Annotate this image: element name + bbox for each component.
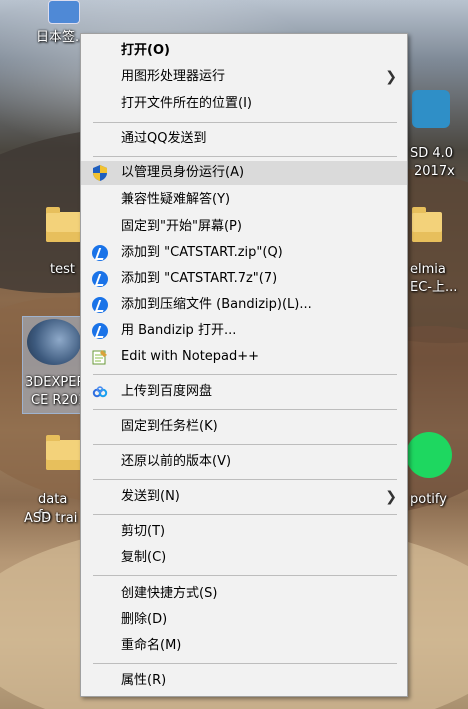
menu-item-label: 还原以前的版本(V) xyxy=(121,454,232,469)
file-icon xyxy=(48,0,80,24)
menu-item-properties[interactable]: 属性(R) xyxy=(81,669,407,693)
menu-item-send-to[interactable]: 发送到(N) ❯ xyxy=(81,485,407,509)
menu-item-pin-to-start[interactable]: 固定到"开始"屏幕(P) xyxy=(81,215,407,239)
menu-item-label: 添加到压缩文件 (Bandizip)(L)... xyxy=(121,297,312,312)
folder-icon xyxy=(412,207,442,242)
uac-shield-icon xyxy=(93,165,107,181)
folder-icon xyxy=(46,435,82,470)
menu-separator xyxy=(93,374,397,375)
menu-separator xyxy=(93,514,397,515)
menu-separator xyxy=(93,122,397,123)
menu-item-rename[interactable]: 重命名(M) xyxy=(81,634,407,658)
menu-item-pin-to-taskbar[interactable]: 固定到任务栏(K) xyxy=(81,415,407,439)
menu-item-label: 以管理员身份运行(A) xyxy=(121,165,245,180)
menu-item-delete[interactable]: 删除(D) xyxy=(81,608,407,632)
desktop-icon-label: SD 4.0 xyxy=(410,146,454,161)
desktop-icon-label: 2017x xyxy=(414,164,455,179)
menu-item-label: 添加到 "CATSTART.7z"(7) xyxy=(121,271,278,286)
menu-item-label: 复制(C) xyxy=(121,550,167,565)
desktop-icon-label: ASD trai xyxy=(24,511,78,526)
desktop-icon-label: elmia xyxy=(410,262,446,277)
menu-item-label: 添加到 "CATSTART.zip"(Q) xyxy=(121,245,283,260)
notepadpp-icon xyxy=(92,350,107,365)
menu-item-label: 兼容性疑难解答(Y) xyxy=(121,192,231,207)
folder-icon xyxy=(46,207,82,242)
menu-item-label: 属性(R) xyxy=(121,673,167,688)
menu-item-run-with-gpu[interactable]: 用图形处理器运行 ❯ xyxy=(81,65,407,89)
desktop-icon-label: 3DEXPER xyxy=(25,375,86,390)
menu-separator xyxy=(93,156,397,157)
spotify-icon xyxy=(406,432,452,478)
menu-item-label: Edit with Notepad++ xyxy=(121,349,260,364)
menu-item-add-to-zip[interactable]: 添加到 "CATSTART.zip"(Q) xyxy=(81,241,407,265)
menu-item-label: 创建快捷方式(S) xyxy=(121,586,218,601)
baidu-netdisk-icon xyxy=(92,386,108,398)
bandizip-icon xyxy=(92,297,108,313)
menu-item-add-to-7z[interactable]: 添加到 "CATSTART.7z"(7) xyxy=(81,267,407,291)
menu-item-label: 通过QQ发送到 xyxy=(121,131,207,146)
context-menu: 打开(O) 用图形处理器运行 ❯ 打开文件所在的位置(I) 通过QQ发送到 以管… xyxy=(80,33,408,697)
menu-item-open-with-bandizip[interactable]: 用 Bandizip 打开... xyxy=(81,319,407,343)
menu-item-label: 用图形处理器运行 xyxy=(121,69,226,84)
desktop-icon-3dexperience[interactable]: 3DEXPER CE R201 xyxy=(22,316,86,414)
menu-item-open-file-location[interactable]: 打开文件所在的位置(I) xyxy=(81,92,407,116)
menu-separator xyxy=(93,575,397,576)
menu-item-label: 打开(O) xyxy=(121,43,170,58)
menu-separator xyxy=(93,409,397,410)
menu-item-label: 重命名(M) xyxy=(121,638,182,653)
menu-item-label: 打开文件所在的位置(I) xyxy=(121,96,252,111)
menu-item-label: 上传到百度网盘 xyxy=(121,384,213,399)
desktop-icon-label: EC-上... xyxy=(410,280,458,295)
menu-item-label: 删除(D) xyxy=(121,612,168,627)
bandizip-icon xyxy=(92,245,108,261)
bandizip-icon xyxy=(92,323,108,339)
desktop-icon-label: potify xyxy=(410,492,447,507)
menu-item-send-via-qq[interactable]: 通过QQ发送到 xyxy=(81,127,407,151)
menu-item-add-to-archive[interactable]: 添加到压缩文件 (Bandizip)(L)... xyxy=(81,293,407,317)
menu-item-restore-previous-versions[interactable]: 还原以前的版本(V) xyxy=(81,450,407,474)
menu-item-label: 固定到"开始"屏幕(P) xyxy=(121,219,242,234)
menu-item-cut[interactable]: 剪切(T) xyxy=(81,520,407,544)
menu-item-copy[interactable]: 复制(C) xyxy=(81,546,407,570)
menu-item-label: 用 Bandizip 打开... xyxy=(121,323,237,338)
menu-item-compatibility-troubleshoot[interactable]: 兼容性疑难解答(Y) xyxy=(81,188,407,212)
menu-item-create-shortcut[interactable]: 创建快捷方式(S) xyxy=(81,582,407,606)
menu-item-open[interactable]: 打开(O) xyxy=(81,39,407,63)
menu-separator xyxy=(93,663,397,664)
menu-item-run-as-admin[interactable]: 以管理员身份运行(A) xyxy=(81,161,407,185)
menu-item-label: 发送到(N) xyxy=(121,489,180,504)
app-icon-asd xyxy=(412,90,450,128)
menu-item-label: 剪切(T) xyxy=(121,524,166,539)
menu-item-upload-baidu-netdisk[interactable]: 上传到百度网盘 xyxy=(81,380,407,404)
menu-separator xyxy=(93,444,397,445)
menu-item-edit-with-notepadpp[interactable]: Edit with Notepad++ xyxy=(81,345,407,369)
app-icon-3dexperience xyxy=(27,319,81,365)
bandizip-icon xyxy=(92,271,108,287)
chevron-right-icon: ❯ xyxy=(385,69,397,85)
menu-item-label: 固定到任务栏(K) xyxy=(121,419,218,434)
chevron-right-icon: ❯ xyxy=(385,489,397,505)
menu-separator xyxy=(93,479,397,480)
